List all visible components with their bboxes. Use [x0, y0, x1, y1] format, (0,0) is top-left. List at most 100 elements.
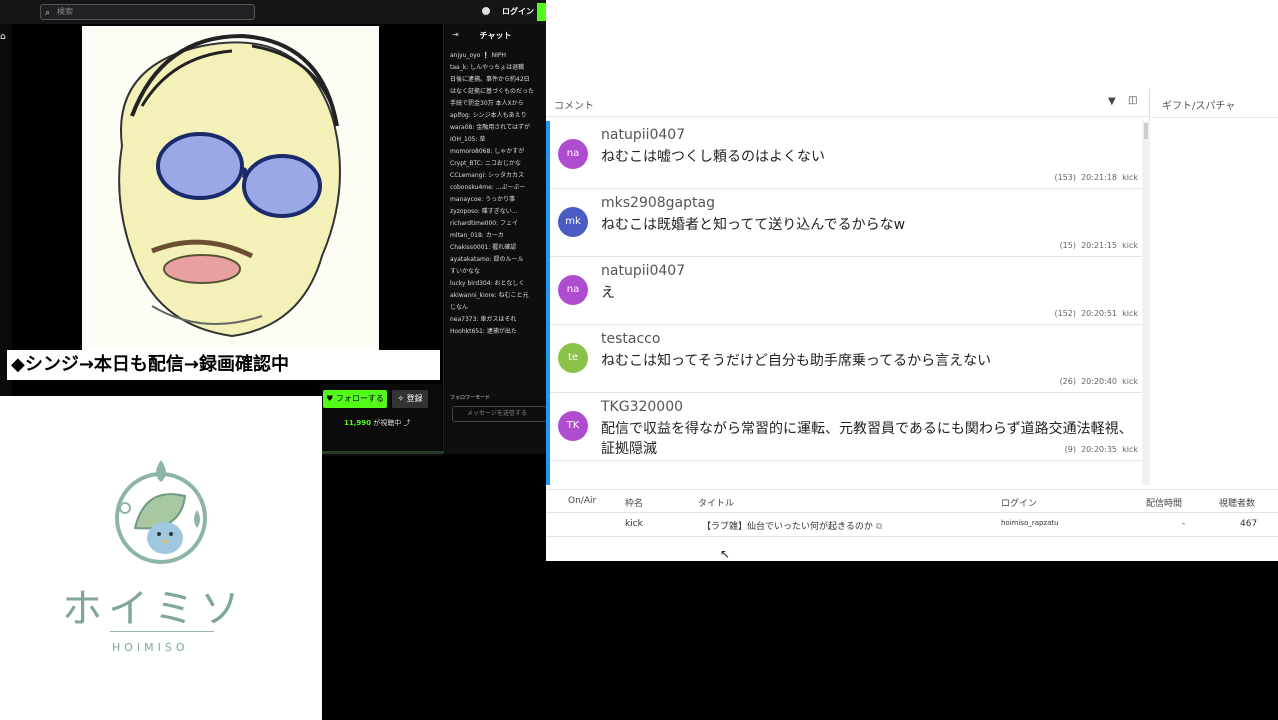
col-header-title[interactable]: タイトル [698, 496, 734, 509]
filter-icon[interactable]: ▼ [1108, 96, 1116, 107]
chat-message: Chakiss0001: 握れ確認 [450, 244, 517, 251]
left-nav: ⌂ [0, 24, 12, 396]
comment-meta: (153) 20:21:18 kick [1054, 173, 1138, 182]
logo-subtext: HOIMISO [112, 641, 189, 654]
divider [1152, 117, 1278, 118]
divider [546, 536, 1278, 537]
comment-platform: kick [1122, 173, 1138, 182]
comment-username: natupii0407 [601, 127, 686, 143]
comment-platform: kick [1122, 241, 1138, 250]
stream-table: On/Air 枠名 タイトル ログイン 配信時間 視聴者数 kick 【ラブ雑】… [546, 489, 1278, 561]
comment-time: 20:20:35 [1081, 445, 1118, 454]
comment-text: ねむこは既婚者と知ってて送り込んでるからなw [601, 217, 906, 233]
mouse-cursor-icon: ↖ [720, 547, 731, 561]
login-button[interactable]: ログイン [502, 6, 534, 17]
comment-count: (9) [1064, 445, 1076, 454]
comment-item[interactable]: mk mks2908gaptag ねむこは既婚者と知ってて送り込んでるからなw (15… [550, 189, 1142, 257]
comment-username: mks2908gaptag [601, 195, 715, 211]
col-header-login[interactable]: ログイン [1001, 496, 1037, 509]
cell-login: hoimiso_rapzatu [1001, 519, 1059, 527]
divider [546, 512, 1278, 513]
comment-username: TKG320000 [601, 399, 684, 415]
chat-message: すいかなな [450, 268, 481, 275]
chat-panel: ⇥ チャット anjyu_oyo ❕ NIPH taa_k: しんやっちょは退職日… [443, 24, 546, 454]
comment-text: 配信で収益を得ながら常習的に運転、元教習員であるにも関わらず道路交通法軽視、証拠… [601, 421, 1133, 457]
chat-input[interactable]: メッセージを送信する [452, 406, 546, 422]
comment-meta: (152) 20:20:51 kick [1054, 309, 1138, 318]
cell-frame: kick [625, 519, 643, 529]
viewer-count-suffix: が視聴中 [373, 419, 402, 427]
avatar: mk [558, 207, 588, 237]
chat-message: taa_k: しんやっちょは退職 [450, 64, 525, 71]
chat-message: zyzoposo: 喋すぎない… [450, 208, 518, 215]
comment-meta: (9) 20:20:35 kick [1065, 445, 1138, 454]
chat-message: はなく証拠に基づくものだった [450, 88, 535, 95]
search-input[interactable]: ⌕ 検索 [40, 4, 255, 20]
channel-logo-area: ホイミソ HOIMISO [0, 396, 322, 720]
comment-platform: kick [1122, 377, 1138, 386]
home-icon[interactable]: ⌂ [0, 32, 6, 42]
comment-meta: (26) 20:20:40 kick [1060, 377, 1138, 386]
chat-message: cobonsku4me: ...ぷーぷー [450, 184, 526, 191]
comment-item[interactable]: na natupii0407 え (152) 20:20:51 kick [550, 257, 1142, 325]
chat-message: richardtime000: フェイ [450, 220, 519, 227]
chat-message: aplfog: シンジ本人もあえり [450, 112, 527, 119]
comment-list[interactable]: na natupii0407 ねむこは嘘つくし頼るのはよくない (153) 20:21… [546, 121, 1142, 485]
comment-text: ねむこは知ってそうだけど自分も助手席乗ってるから言えない [601, 353, 992, 369]
comment-item[interactable]: TK TKG320000 配信で収益を得ながら常習的に運転、元教習員であるにも関わら… [550, 393, 1142, 461]
chat-message: ayatakatamo: 録のルール [450, 256, 524, 263]
comment-time: 20:21:15 [1081, 241, 1118, 250]
viewer-count: 11,990 が視聴中 ⤴ [344, 419, 411, 427]
subscribe-label: 登録 [406, 394, 423, 403]
chat-message: mltan_018: カーカ [450, 232, 504, 239]
scrollbar[interactable] [1142, 121, 1150, 485]
stream-portrait-image [82, 26, 379, 351]
comment-panel-label: コメント [554, 101, 594, 112]
comment-item[interactable]: te testacco ねむこは知ってそうだけど自分も助手席乗ってるから言えない (2… [550, 325, 1142, 393]
chat-message: Hoohkt651: 逮捕が出た [450, 328, 517, 335]
avatar: na [558, 275, 588, 305]
comment-username: testacco [601, 331, 661, 347]
chat-message: CCLemangi: シッタカカス [450, 172, 525, 179]
comment-count: (153) [1054, 173, 1076, 182]
comment-item[interactable]: na natupii0407 ねむこは嘘つくし頼るのはよくない (153) 20:21… [550, 121, 1142, 189]
comment-header: コメント ▼ ◫ [546, 89, 1150, 117]
chat-messages: anjyu_oyo ❕ NIPH taa_k: しんやっちょは退職 日後に逮捕。事件… [450, 50, 546, 338]
search-icon: ⌕ [45, 8, 51, 18]
col-header-frame[interactable]: 枠名 [625, 496, 643, 509]
search-placeholder: 検索 [57, 7, 73, 16]
copy-icon[interactable]: ⧉ [876, 522, 882, 532]
col-header-viewers[interactable]: 視聴者数 [1219, 496, 1255, 509]
chat-message: 日後に逮捕。事件から約42日 [450, 76, 530, 83]
follow-button[interactable]: ♥ フォローする [323, 390, 387, 408]
chat-message: じなん [450, 304, 469, 311]
comment-count: (15) [1059, 241, 1076, 250]
signup-button[interactable] [537, 3, 546, 21]
comment-panel: コメント ▼ ◫ na natupii0407 ねむこは嘘つくし頼るのはよくない (1… [546, 89, 1150, 485]
comment-time: 20:21:18 [1081, 173, 1118, 182]
subscribe-button[interactable]: ✧ 登録 [392, 390, 428, 408]
comment-text: え [601, 285, 615, 301]
logo-divider [110, 631, 214, 632]
comment-meta: (15) 20:21:15 kick [1060, 241, 1138, 250]
follower-mode-label: フォロワーモード [450, 395, 491, 401]
col-header-duration[interactable]: 配信時間 [1146, 496, 1182, 509]
comment-time: 20:20:51 [1081, 309, 1118, 318]
logo-emblem-icon [115, 460, 207, 564]
stream-banner-text: ◆シンジ→本日も配信→録画確認中 [7, 350, 440, 380]
comment-time: 20:20:40 [1081, 377, 1118, 386]
chat-message: akiwanni_kiore: ねむこと元 [450, 292, 529, 299]
chat-message: wara08: 金融用されてはずが [450, 124, 530, 131]
columns-icon[interactable]: ◫ [1128, 95, 1137, 106]
cell-title-text: 【ラブ雑】仙台でいったい何が起きるのか [702, 522, 873, 532]
col-header-onair[interactable]: On/Air [568, 496, 596, 506]
avatar: TK [558, 411, 588, 441]
viewer-count-number: 11,990 [344, 419, 372, 427]
chat-message: nea7373: 車ガスはそれ [450, 316, 517, 323]
scrollbar-thumb[interactable] [1144, 123, 1148, 139]
chat-message: 手続で罰金30万 本人Xから [450, 100, 524, 107]
comment-username: natupii0407 [601, 263, 686, 279]
chat-message: anjyu_oyo ❕ NIPH [450, 52, 507, 59]
theme-icon[interactable] [482, 7, 490, 15]
gift-panel-label: ギフト/スパチャ [1162, 101, 1236, 112]
